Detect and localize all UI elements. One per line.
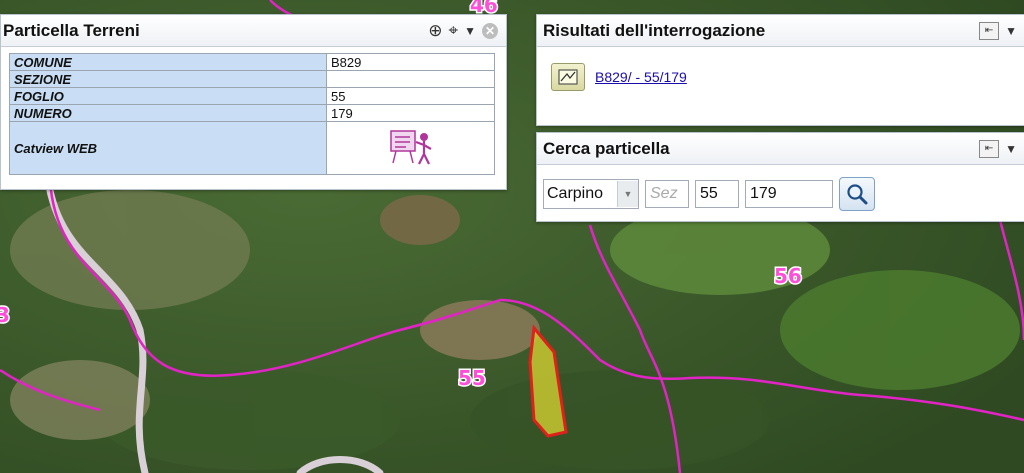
query-results-panel: Risultati dell'interrogazione ⇤ ▼ B829/ … bbox=[536, 14, 1024, 126]
foglio-input[interactable] bbox=[695, 180, 739, 208]
search-parcel-panel: Cerca particella ⇤ ▼ Carpino ▼ bbox=[536, 132, 1024, 222]
table-row: SEZIONE bbox=[9, 70, 495, 88]
search-parcel-title: Cerca particella bbox=[543, 138, 670, 158]
comune-select-value: Carpino bbox=[547, 185, 604, 202]
catview-cell bbox=[326, 121, 495, 175]
attr-key: FOGLIO bbox=[9, 87, 327, 105]
zoom-in-icon[interactable]: ⊕ bbox=[428, 22, 442, 39]
attr-value bbox=[326, 70, 495, 88]
search-icon bbox=[847, 184, 868, 205]
result-link[interactable]: B829/ - 55/179 bbox=[595, 69, 687, 85]
collapse-panel-icon[interactable]: ⇤ bbox=[979, 139, 1000, 158]
catview-web-icon[interactable] bbox=[388, 127, 434, 167]
parcel-info-title: Particella Terreni bbox=[3, 20, 140, 40]
table-row: COMUNE B829 bbox=[9, 53, 495, 71]
locate-icon[interactable]: ⌖ bbox=[449, 22, 459, 39]
attr-key: Catview WEB bbox=[9, 121, 327, 175]
sheet-label-56: 56 bbox=[774, 264, 802, 288]
attr-value: 179 bbox=[326, 104, 495, 122]
comune-select[interactable]: Carpino ▼ bbox=[543, 179, 639, 209]
search-form: Carpino ▼ bbox=[537, 165, 1024, 211]
search-parcel-header: Cerca particella ⇤ ▼ bbox=[537, 133, 1024, 165]
parcel-info-panel: Particella Terreni ⊕ ⌖ ▼ ✕ COMUNE B829 S… bbox=[0, 14, 507, 190]
attr-key: COMUNE bbox=[9, 53, 327, 71]
table-row: FOGLIO 55 bbox=[9, 87, 495, 105]
attr-key: NUMERO bbox=[9, 104, 327, 122]
sheet-label-55: 55 bbox=[458, 366, 486, 390]
table-row: NUMERO 179 bbox=[9, 104, 495, 122]
table-row: Catview WEB bbox=[9, 121, 495, 175]
attr-value: 55 bbox=[326, 87, 495, 105]
dropdown-arrow-icon[interactable]: ▼ bbox=[1005, 25, 1017, 37]
chevron-down-icon[interactable]: ▼ bbox=[617, 181, 638, 207]
attr-value: B829 bbox=[326, 53, 495, 71]
dropdown-arrow-icon[interactable]: ▼ bbox=[1005, 143, 1017, 155]
search-button[interactable] bbox=[839, 177, 875, 211]
close-icon[interactable]: ✕ bbox=[482, 22, 498, 39]
attr-key: SEZIONE bbox=[9, 70, 327, 88]
section-input[interactable] bbox=[645, 180, 689, 208]
result-item: B829/ - 55/179 bbox=[537, 47, 1024, 91]
query-results-header: Risultati dell'interrogazione ⇤ ▼ bbox=[537, 15, 1024, 47]
map-locate-button[interactable] bbox=[551, 63, 585, 91]
query-results-title: Risultati dell'interrogazione bbox=[543, 20, 766, 40]
parcel-attributes-table: COMUNE B829 SEZIONE FOGLIO 55 NUMERO 179… bbox=[9, 53, 495, 175]
parcel-info-header: Particella Terreni ⊕ ⌖ ▼ ✕ bbox=[1, 15, 506, 47]
sheet-label-3: 3 bbox=[0, 303, 10, 327]
collapse-panel-icon[interactable]: ⇤ bbox=[979, 21, 1000, 40]
numero-input[interactable] bbox=[745, 180, 833, 208]
map-locate-icon bbox=[558, 69, 578, 85]
dropdown-arrow-icon[interactable]: ▼ bbox=[464, 25, 476, 37]
